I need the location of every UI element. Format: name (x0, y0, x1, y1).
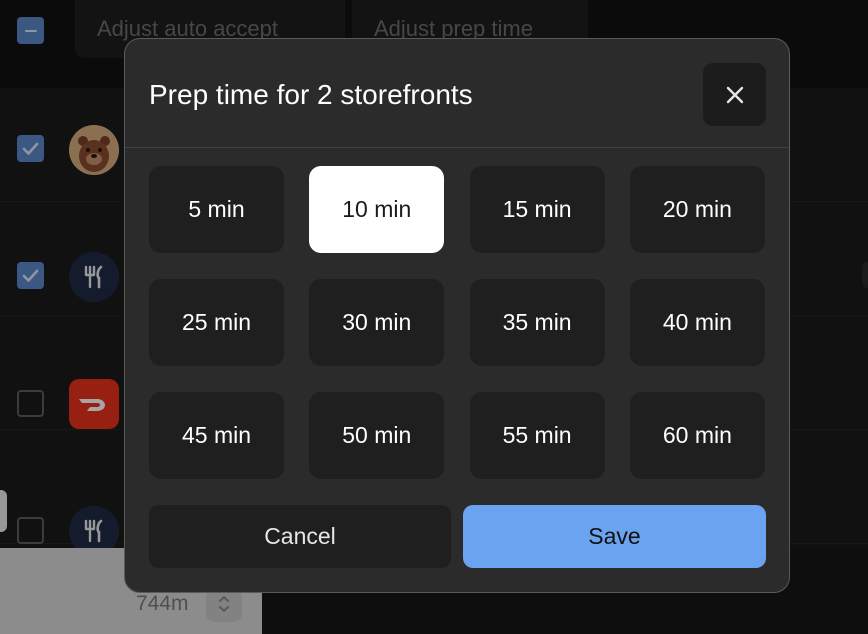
save-button[interactable]: Save (463, 505, 766, 568)
option-60-min[interactable]: 60 min (629, 392, 765, 479)
option-25-min[interactable]: 25 min (149, 279, 284, 366)
option-5-min[interactable]: 5 min (149, 166, 284, 253)
prep-time-dialog: Prep time for 2 storefronts 5 min 10 min… (124, 38, 790, 593)
close-icon (726, 86, 743, 103)
option-30-min[interactable]: 30 min (309, 279, 445, 366)
option-35-min[interactable]: 35 min (469, 279, 605, 366)
prep-time-options: 5 min 10 min 15 min 20 min 25 min 30 min… (149, 166, 765, 479)
option-55-min[interactable]: 55 min (469, 392, 605, 479)
divider (125, 147, 789, 148)
option-45-min[interactable]: 45 min (149, 392, 284, 479)
close-button[interactable] (703, 63, 766, 126)
option-15-min[interactable]: 15 min (469, 166, 605, 253)
option-10-min[interactable]: 10 min (309, 166, 445, 253)
option-50-min[interactable]: 50 min (309, 392, 445, 479)
option-20-min[interactable]: 20 min (629, 166, 765, 253)
cancel-button[interactable]: Cancel (149, 505, 451, 568)
option-40-min[interactable]: 40 min (629, 279, 765, 366)
dialog-title: Prep time for 2 storefronts (149, 79, 473, 110)
